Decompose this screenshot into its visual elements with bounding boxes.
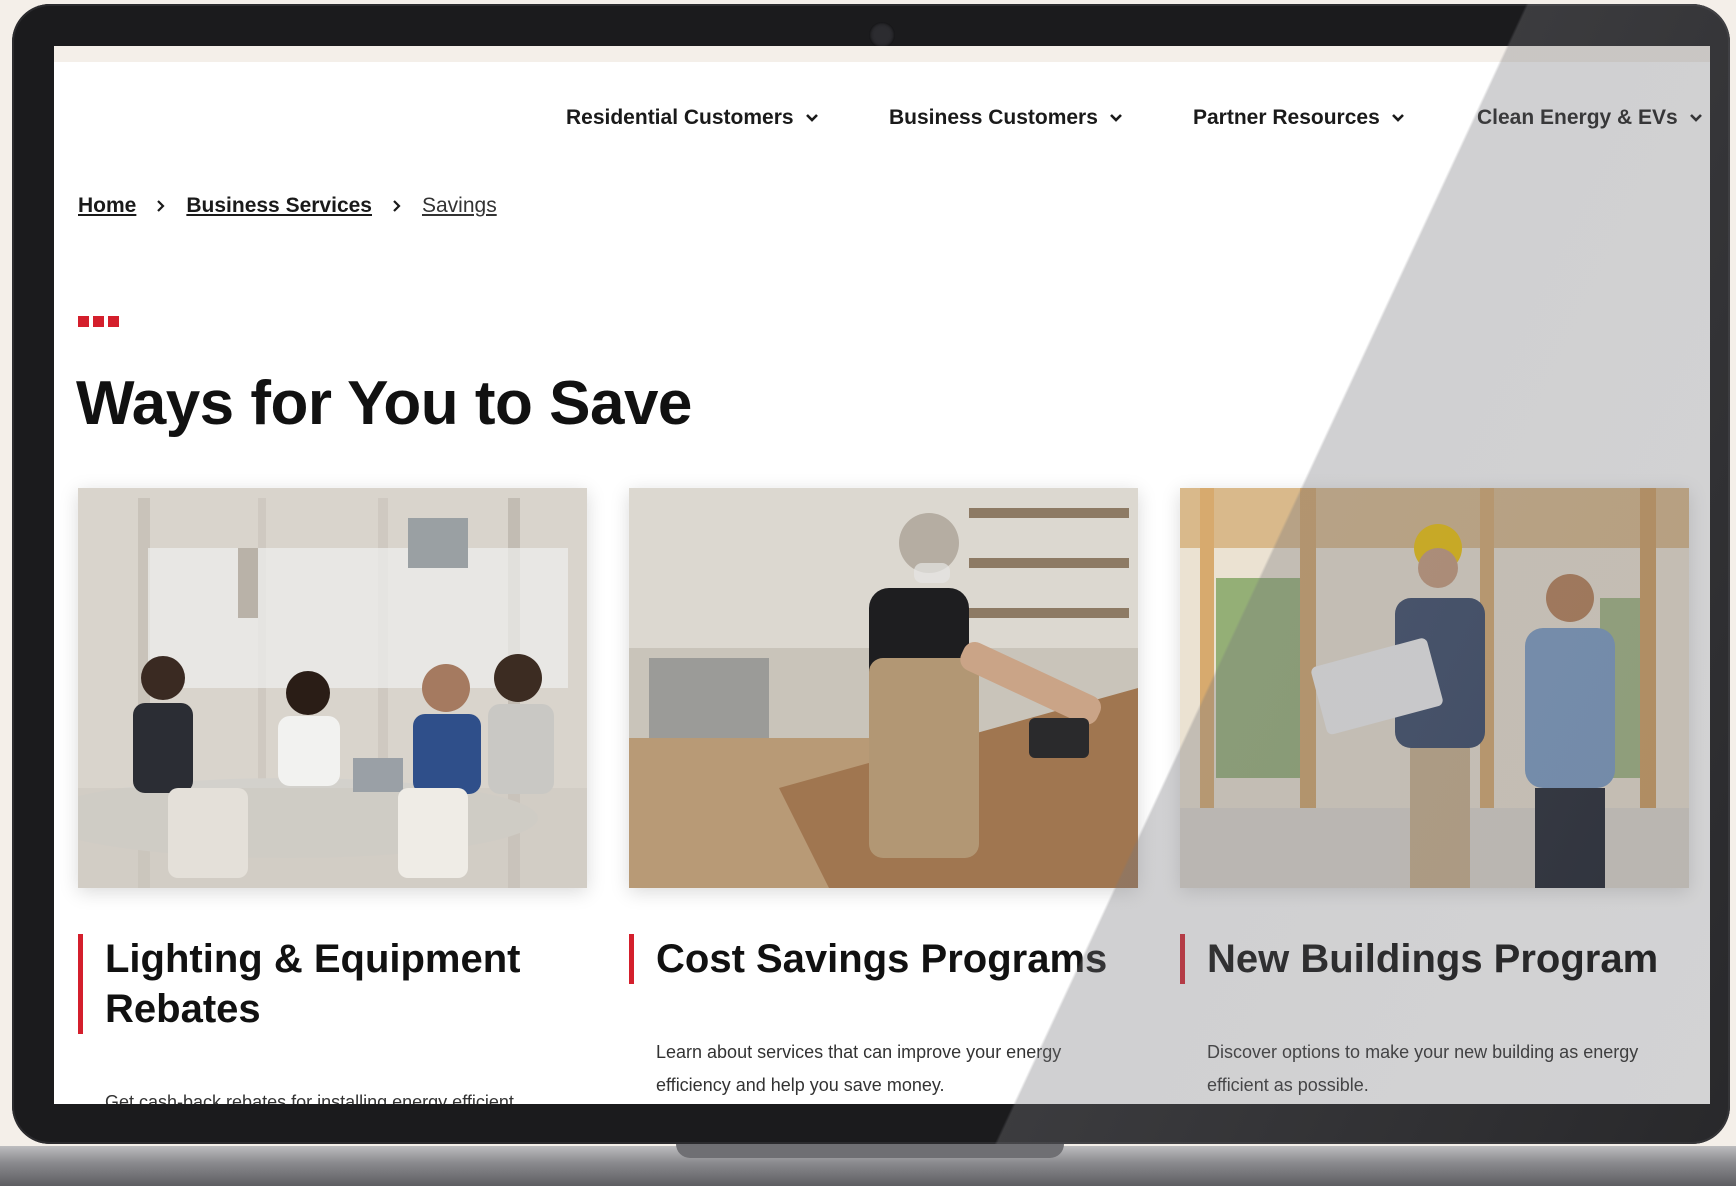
chevron-right-icon — [157, 200, 165, 212]
chevron-down-icon — [1689, 114, 1702, 122]
chevron-down-icon — [1109, 114, 1122, 122]
red-square — [108, 316, 119, 327]
laptop-frame: Residential Customers Business Customers… — [12, 4, 1730, 1144]
card-title[interactable]: Cost Savings Programs — [629, 934, 1116, 984]
card-title[interactable]: Lighting & Equipment Rebates — [78, 934, 545, 1034]
construction-site-image — [1180, 488, 1689, 888]
nav-item-business-customers[interactable]: Business Customers — [889, 106, 1124, 130]
page-title: Ways for You to Save — [76, 369, 692, 438]
decorative-red-squares — [78, 316, 119, 327]
card-cost-savings-programs[interactable]: Cost Savings Programs Learn about servic… — [629, 488, 1138, 1095]
nav-item-label: Business Customers — [889, 106, 1098, 129]
nav-item-residential-customers[interactable]: Residential Customers — [566, 106, 820, 130]
woodworker-image — [629, 488, 1138, 888]
nav-item-clean-energy-evs[interactable]: Clean Energy & EVs — [1477, 106, 1704, 130]
card-new-buildings-program[interactable]: New Buildings Program Discover options t… — [1180, 488, 1689, 1095]
nav-item-partner-resources[interactable]: Partner Resources — [1193, 106, 1406, 130]
office-meeting-photo[interactable] — [78, 488, 587, 888]
chevron-down-icon — [805, 114, 818, 122]
breadcrumb: Home Business Services Savings — [78, 194, 497, 218]
construction-site-photo[interactable] — [1180, 488, 1689, 888]
nav-item-label: Partner Resources — [1193, 106, 1380, 129]
webcam-icon — [869, 22, 895, 48]
woodworker-photo[interactable] — [629, 488, 1138, 888]
nav-item-label: Clean Energy & EVs — [1477, 106, 1678, 129]
card-title[interactable]: New Buildings Program — [1180, 934, 1667, 984]
red-square — [78, 316, 89, 327]
breadcrumb-home-link[interactable]: Home — [78, 194, 136, 218]
main-navigation: Residential Customers Business Customers… — [54, 106, 1710, 146]
card-lighting-equipment-rebates[interactable]: Lighting & Equipment Rebates Get cash-ba… — [78, 488, 587, 1104]
breadcrumb-business-services-link[interactable]: Business Services — [186, 194, 372, 218]
red-square — [93, 316, 104, 327]
browser-viewport: Residential Customers Business Customers… — [54, 46, 1710, 1104]
chevron-right-icon — [393, 200, 401, 212]
top-utility-strip — [54, 46, 1710, 62]
nav-item-label: Residential Customers — [566, 106, 794, 129]
chevron-down-icon — [1391, 114, 1404, 122]
office-meeting-image — [78, 488, 587, 888]
card-description: Discover options to make your new buildi… — [1207, 1042, 1639, 1095]
breadcrumb-savings-link[interactable]: Savings — [422, 194, 497, 218]
card-description: Get cash-back rebates for installing ene… — [105, 1092, 514, 1104]
laptop-hinge-notch — [676, 1144, 1064, 1158]
card-description: Learn about services that can improve yo… — [656, 1042, 1062, 1095]
